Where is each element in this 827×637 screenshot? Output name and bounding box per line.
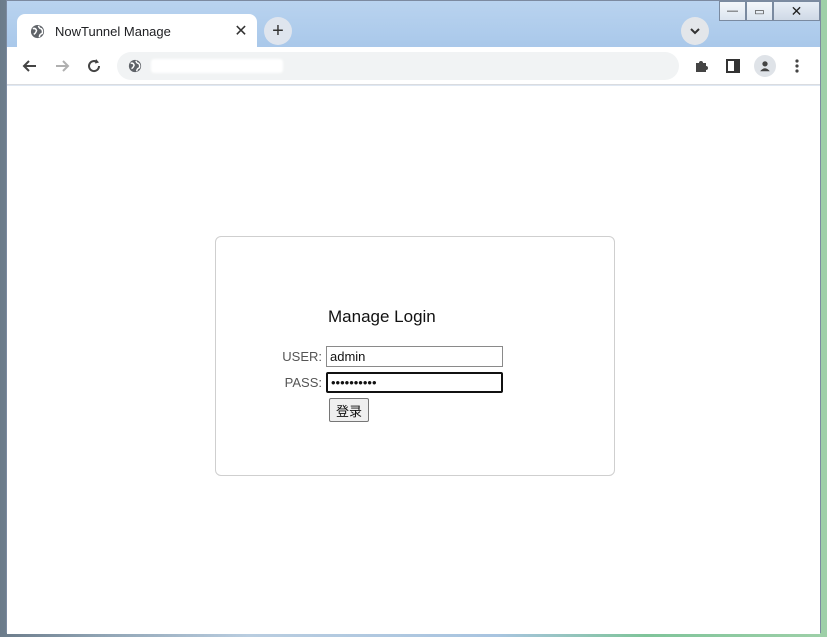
user-label: USER: xyxy=(282,349,322,364)
toolbar-actions xyxy=(686,51,812,81)
back-arrow-icon xyxy=(22,59,36,72)
browser-window: NowTunnel Manage ✕ + — ▭ ✕ Manage Login … xyxy=(6,0,821,634)
globe-icon xyxy=(29,23,45,39)
user-row: USER: xyxy=(216,346,503,367)
profile-icon xyxy=(754,55,776,77)
reload-button[interactable] xyxy=(79,51,109,81)
side-panel-button[interactable] xyxy=(718,51,748,81)
restore-button[interactable]: ▭ xyxy=(746,1,773,21)
login-button[interactable]: 登录 xyxy=(329,398,370,422)
tab-close-icon[interactable]: ✕ xyxy=(231,21,251,41)
username-input[interactable] xyxy=(326,346,503,367)
pass-label: PASS: xyxy=(284,375,322,390)
chevron-down-icon xyxy=(690,28,700,35)
side-panel-icon xyxy=(726,59,740,73)
extensions-button[interactable] xyxy=(686,51,716,81)
puzzle-icon xyxy=(696,61,708,72)
minimize-button[interactable]: — xyxy=(719,1,746,21)
forward-arrow-icon xyxy=(56,59,70,72)
globe-icon[interactable] xyxy=(127,58,143,74)
reload-icon xyxy=(88,58,101,72)
title-bar: NowTunnel Manage ✕ + — ▭ ✕ xyxy=(7,1,820,48)
forward-button[interactable] xyxy=(47,51,77,81)
password-input[interactable] xyxy=(326,372,503,393)
window-controls: — ▭ ✕ xyxy=(719,1,820,21)
tab-search-button[interactable] xyxy=(681,17,709,45)
page-content: Manage Login USER: PASS: 登录 xyxy=(7,86,820,634)
url-text-redacted xyxy=(151,59,283,73)
browser-toolbar xyxy=(7,47,820,85)
browser-menu-button[interactable] xyxy=(782,51,812,81)
address-bar[interactable] xyxy=(117,52,679,80)
close-window-button[interactable]: ✕ xyxy=(773,1,820,21)
back-button[interactable] xyxy=(15,51,45,81)
login-panel: Manage Login USER: PASS: 登录 xyxy=(215,236,615,476)
profile-button[interactable] xyxy=(750,51,780,81)
kebab-menu-icon xyxy=(795,59,799,73)
tab-title: NowTunnel Manage xyxy=(55,23,171,39)
page-title: Manage Login xyxy=(328,307,436,326)
pass-row: PASS: xyxy=(216,372,503,393)
browser-tab[interactable]: NowTunnel Manage ✕ xyxy=(17,14,257,48)
new-tab-button[interactable]: + xyxy=(264,17,292,45)
